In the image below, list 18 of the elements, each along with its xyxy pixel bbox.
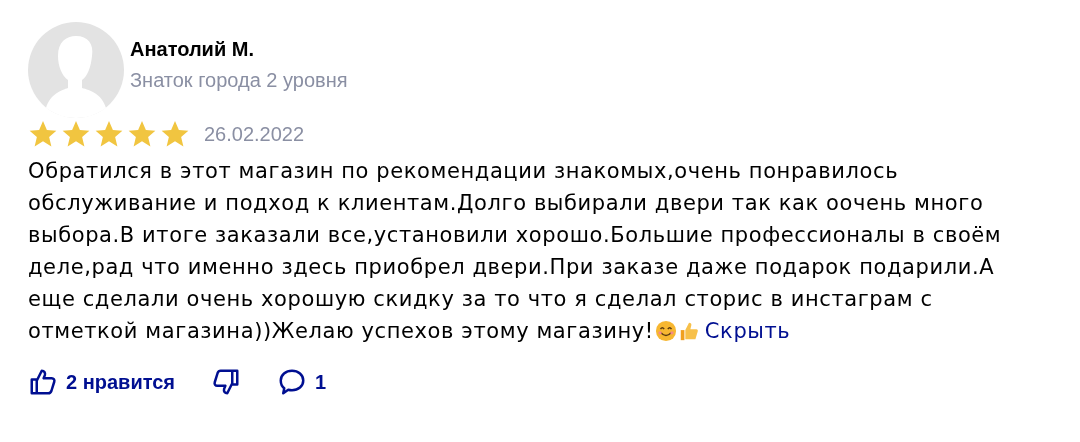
thumbs-up-icon [28,367,58,397]
star-icon [28,119,58,149]
review-text: Обратился в этот магазин по рекомендации знакомых,очень понравилось обслуживание и подход к клиентам.Долго выбирали двери так как оочень много выбора.В итоге заказали все,установили хорошо.Большие профессионалы в своём деле,рад что именно здесь приобрел двери.При заказе даже подарок подарили.А еще сделали очень хорошую скидку за то что я сделал сторис в инстаграм с отметкой магазина))Желаю успехов этому магазину! Скрыть [28,158,1003,345]
hide-link[interactable]: Скрыть [704,319,791,343]
star-icon [94,119,124,149]
author-level: Знаток города 2 уровня [130,68,348,93]
review-date: 26.02.2022 [204,122,305,146]
star-icon [127,119,157,149]
dislike-button[interactable] [211,367,241,397]
star-icon [160,119,190,149]
speech-bubble-icon [277,367,307,397]
avatar-icon [28,22,124,118]
thumbs-down-icon [211,367,241,397]
author-name: Анатолий М. [130,37,255,62]
star-icon [61,119,91,149]
like-button[interactable]: 2 нравится [28,367,175,397]
comments-button[interactable]: 1 [277,367,327,397]
smiling-face-icon [654,320,677,342]
